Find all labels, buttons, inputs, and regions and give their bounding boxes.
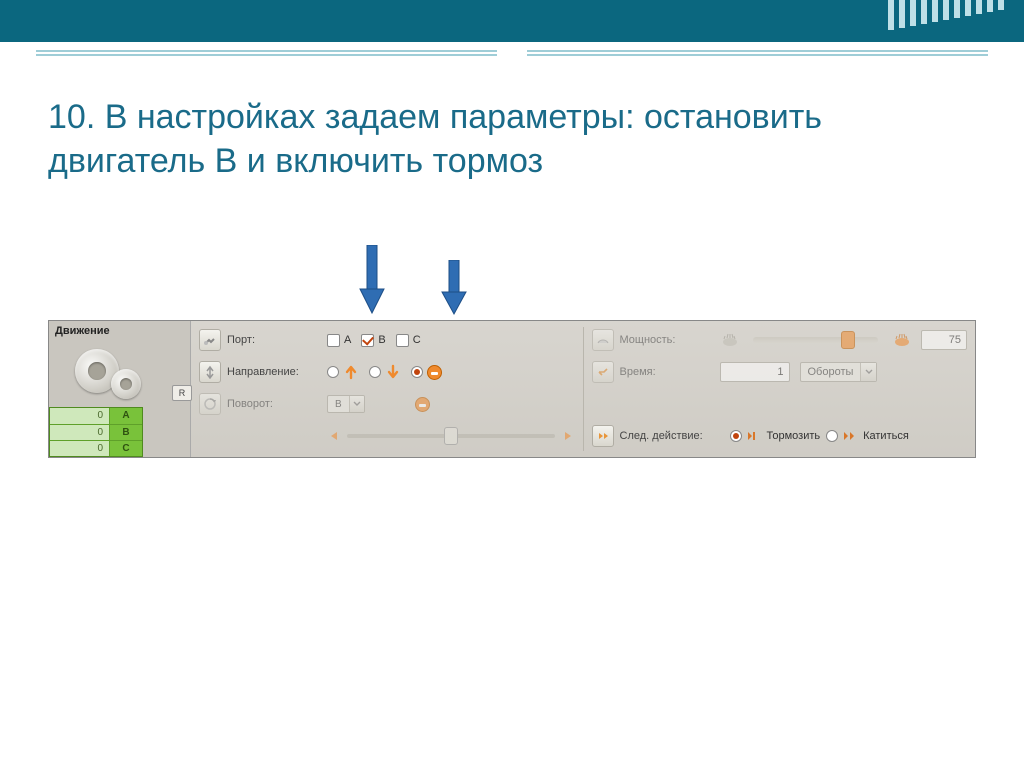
stop-icon (415, 397, 430, 412)
power-label: Мощность: (620, 334, 714, 346)
next-action-label: След. действие: (620, 430, 724, 442)
row-spacer (592, 391, 968, 417)
time-label: Время: (620, 366, 714, 378)
pointer-arrow-port-b (358, 245, 386, 315)
row-direction: Направление: (199, 359, 575, 385)
row-turn-slider (199, 423, 575, 449)
arrow-right-icon (561, 429, 575, 443)
coast-icon (842, 429, 859, 444)
hedgehog-fast-icon (892, 333, 911, 347)
pointer-arrow-direction-stop (440, 260, 468, 316)
port-label: Порт: (227, 334, 321, 346)
stop-icon (427, 365, 442, 380)
turn-label: Поворот: (227, 398, 321, 410)
direction-radio-stop[interactable] (411, 365, 442, 380)
block-title: Движение (49, 321, 190, 339)
readout-row-a: 0 A (50, 408, 142, 424)
chevron-down-icon (349, 396, 364, 412)
duration-input[interactable] (720, 362, 790, 382)
direction-label: Направление: (227, 366, 321, 378)
row-power: Мощность: (592, 327, 968, 353)
arrow-up-icon (343, 364, 359, 380)
arrow-down-icon (385, 364, 401, 380)
readout-row-c: 0 C (50, 440, 142, 456)
direction-radio-forward[interactable] (327, 364, 359, 380)
slide-top-bar (0, 0, 1024, 42)
turn-slider[interactable] (327, 425, 575, 447)
power-slider[interactable] (753, 337, 879, 343)
brake-icon (746, 429, 763, 444)
row-next-action: След. действие: Тормозить Катиться (592, 423, 968, 449)
next-action-radio-coast[interactable]: Катиться (826, 429, 909, 444)
duration-unit-select[interactable]: Обороты (800, 362, 878, 382)
top-bar-stripes (888, 0, 1004, 30)
plug-icon (199, 361, 221, 383)
direction-radio-backward[interactable] (369, 364, 401, 380)
plug-icon (199, 393, 221, 415)
arrow-left-icon (327, 429, 341, 443)
plug-icon (199, 329, 221, 351)
row-time: Время: Обороты (592, 359, 968, 385)
plug-icon (592, 329, 614, 351)
port-checkbox-c[interactable]: C (396, 334, 421, 347)
slider-thumb[interactable] (841, 331, 855, 349)
slide-underline (36, 50, 988, 54)
reset-button[interactable]: R (172, 385, 192, 401)
row-turn: Поворот: B (199, 391, 575, 417)
row-port: Порт: A B C (199, 327, 575, 353)
block-preview: Движение R 0 A 0 B 0 C (49, 321, 191, 457)
port-checkbox-b[interactable]: B (361, 334, 385, 347)
port-readout: 0 A 0 B 0 C (49, 407, 143, 457)
port-checkbox-a[interactable]: A (327, 334, 351, 347)
readout-row-b: 0 B (50, 424, 142, 440)
next-action-radio-brake[interactable]: Тормозить (730, 429, 821, 444)
turn-motor-select[interactable]: B (327, 395, 365, 413)
power-input[interactable] (921, 330, 967, 350)
move-block-config-panel: Движение R 0 A 0 B 0 C (48, 320, 976, 458)
plug-icon (592, 361, 614, 383)
gears-icon (67, 341, 157, 411)
slider-thumb[interactable] (444, 427, 458, 445)
chevron-down-icon (860, 363, 876, 381)
plug-icon (592, 425, 614, 447)
slide-heading: 10. В настройках задаем параметры: остан… (48, 95, 908, 183)
hedgehog-slow-icon (720, 333, 739, 347)
